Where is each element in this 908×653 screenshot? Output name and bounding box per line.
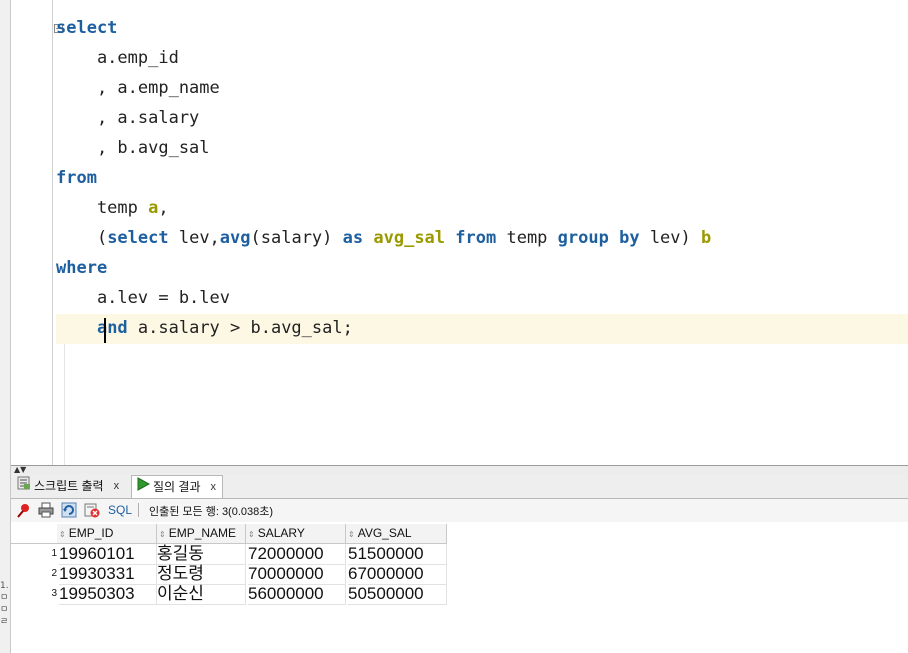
code-line[interactable]: temp a, [56, 193, 711, 223]
sort-icon: ⇕ [59, 530, 66, 539]
code-line[interactable]: a.emp_id [56, 43, 711, 73]
print-icon[interactable] [38, 502, 54, 518]
code-token: a.emp_id [56, 48, 179, 68]
tab-query-result[interactable]: 질의 결과 x [131, 475, 223, 498]
cell-emp-name[interactable]: 이순신 [157, 584, 246, 605]
grid-corner [11, 524, 57, 544]
sql-keyword: from [56, 168, 97, 188]
sql-keyword: as [342, 228, 364, 248]
row-number: 3 [51, 588, 57, 599]
code-token: a.salary > b.avg_sal; [127, 318, 353, 338]
code-line[interactable]: , a.emp_name [56, 73, 711, 103]
column-header-emp-id[interactable]: ⇕ EMP_ID [57, 524, 157, 544]
result-tabs: 스크립트 출력 x 질의 결과 x [11, 473, 908, 499]
cell-salary[interactable]: 72000000 [248, 544, 346, 565]
row-number: 1 [51, 548, 57, 559]
code-token: lev, [168, 228, 220, 248]
cancel-query-icon[interactable] [84, 502, 100, 518]
sql-alias: a [148, 198, 159, 218]
sql-keyword: and [96, 318, 128, 338]
column-header-label: AVG_SAL [357, 526, 412, 540]
code-token: (salary) [250, 228, 343, 248]
sort-icon: ⇕ [159, 530, 166, 539]
sql-alias: b [701, 228, 712, 248]
cell-emp-id[interactable]: 19960101 [59, 544, 157, 565]
code-token: , b.avg_sal [56, 138, 210, 158]
sql-alias: avg_sal [373, 228, 446, 248]
code-line[interactable]: (select lev,avg(salary) as avg_sal from … [56, 223, 711, 253]
cell-emp-id[interactable]: 19930331 [59, 564, 157, 585]
cell-emp-id[interactable]: 19950303 [59, 584, 157, 605]
tab-query-result-label: 질의 결과 [153, 480, 201, 494]
text-caret [104, 318, 106, 343]
toolbar-separator [138, 503, 139, 517]
sql-keyword: select [56, 18, 118, 38]
sql-editor[interactable]: − select a.emp_id , a.emp_name , a.salar… [11, 0, 908, 465]
code-line[interactable]: , b.avg_sal [56, 133, 711, 163]
close-icon[interactable]: x [211, 476, 217, 498]
indent-guide [64, 343, 65, 465]
column-header-avg-sal[interactable]: ⇕ AVG_SAL [346, 524, 447, 544]
code-line[interactable]: , a.salary [56, 103, 711, 133]
cell-salary[interactable]: 70000000 [248, 564, 346, 585]
column-header-label: SALARY [257, 526, 305, 540]
code-token: , [158, 198, 169, 218]
code-line[interactable]: select [56, 13, 711, 43]
code-token: , a.salary [56, 108, 200, 128]
code-line[interactable]: a.lev = b.lev [56, 283, 711, 313]
code-token: temp [496, 228, 558, 248]
column-header-emp-name[interactable]: ⇕ EMP_NAME [157, 524, 246, 544]
code-token: , a.emp_name [56, 78, 220, 98]
column-header-salary[interactable]: ⇕ SALARY [246, 524, 346, 544]
code-token: lev) [639, 228, 701, 248]
code-token: temp [56, 198, 149, 218]
fold-guide [52, 0, 53, 465]
tab-script-output[interactable]: 스크립트 출력 x [13, 475, 125, 497]
sql-keyword: select [107, 228, 169, 248]
cell-emp-name[interactable]: 홍길동 [157, 544, 246, 565]
code-line[interactable]: from [56, 163, 711, 193]
sql-keyword: avg [219, 228, 251, 248]
code-line[interactable]: where [56, 253, 711, 283]
cell-avg-sal[interactable]: 67000000 [348, 564, 447, 585]
sort-icon: ⇕ [248, 530, 255, 539]
sort-icon: ⇕ [348, 530, 355, 539]
script-output-icon [17, 475, 31, 497]
pin-icon[interactable] [16, 502, 32, 518]
cell-emp-name[interactable]: 정도령 [157, 564, 246, 585]
code-token: a.lev = b.lev [56, 288, 230, 308]
refresh-icon[interactable] [61, 502, 77, 518]
code-line[interactable]: and a.salary > b.avg_sal; [56, 313, 711, 343]
tab-script-output-label: 스크립트 출력 [34, 479, 104, 493]
sql-keyword: by [619, 228, 640, 248]
run-icon [136, 476, 151, 498]
row-number: 2 [51, 568, 57, 579]
cell-avg-sal[interactable]: 50500000 [348, 584, 447, 605]
left-panel-edge: 1. ㅁㅁㄹ [0, 0, 11, 653]
sql-button[interactable]: SQL [108, 503, 132, 517]
code-token: ( [56, 228, 108, 248]
fetch-status: 인출된 모든 행: 3(0.038초) [149, 506, 274, 518]
splitter[interactable]: ▲▼ [11, 465, 908, 474]
close-icon[interactable]: x [114, 475, 120, 497]
sql-keyword: where [56, 258, 108, 278]
column-header-label: EMP_ID [68, 526, 114, 540]
column-header-label: EMP_NAME [168, 526, 237, 540]
code-text[interactable]: select a.emp_id , a.emp_name , a.salary … [56, 13, 711, 343]
sql-keyword: from [455, 228, 497, 248]
cell-salary[interactable]: 56000000 [248, 584, 346, 605]
cell-avg-sal[interactable]: 51500000 [348, 544, 447, 565]
result-toolbar: SQL 인출된 모든 행: 3(0.038초) [11, 499, 908, 522]
editor-gutter [11, 0, 41, 465]
left-panel-fragments: 1. ㅁㅁㄹ [0, 581, 9, 627]
sql-keyword: group [557, 228, 609, 248]
